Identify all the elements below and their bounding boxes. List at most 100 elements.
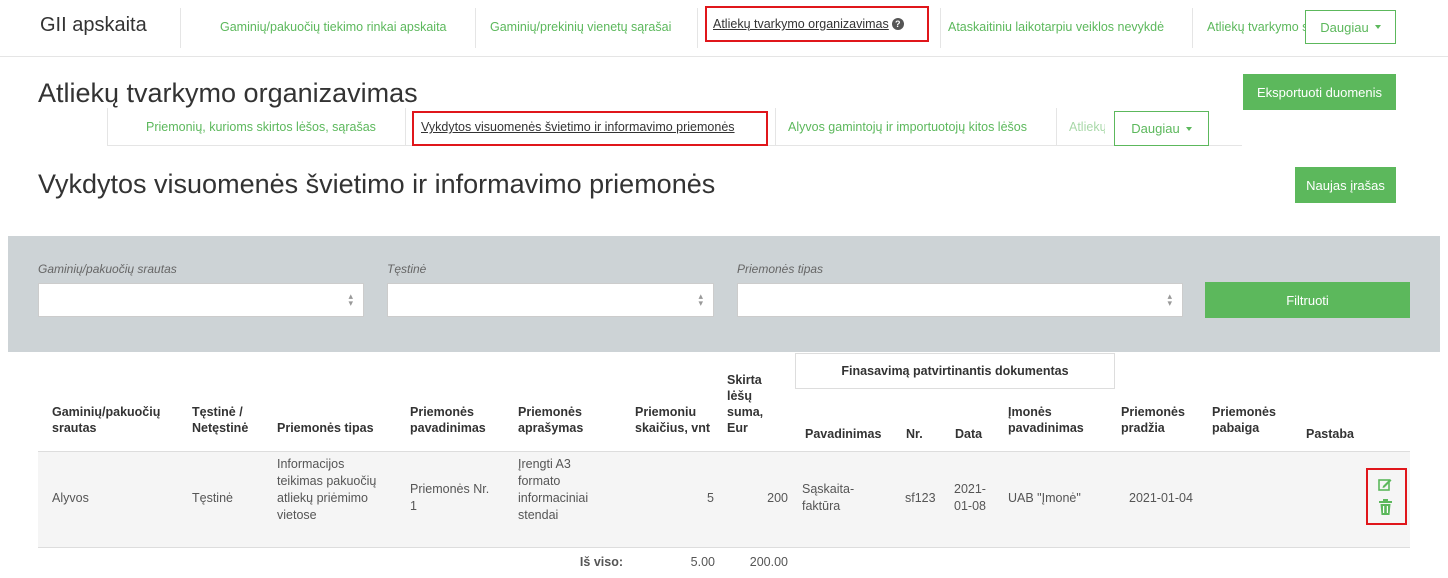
header-line: pradžia [1121,421,1165,435]
caret-down-icon [1374,25,1381,29]
delete-button[interactable] [1379,499,1392,520]
select-arrows-icon: ▴ ▾ [1167,291,1172,308]
col-header-type[interactable]: Priemonės tipas [277,420,374,436]
cell-line: teikimas pakuočių [277,474,377,488]
cell-line: faktūra [802,499,841,513]
trash-icon [1379,499,1392,515]
cell-sum: 200 [767,491,788,505]
cell-doc-nr: sf123 [905,491,936,505]
subtab-label[interactable]: Priemonių, kurioms skirtos lėšos, sąraša… [146,120,376,134]
cell-description: Įrengti A3 formato informaciniai stendai [518,456,588,524]
header-line: skaičius, vnt [635,421,711,435]
tab-label[interactable]: Gaminių/pakuočių tiekimo rinkai apskaita [220,20,447,34]
cell-start: 2021-01-04 [1129,491,1193,505]
col-header-doc-nr[interactable]: Nr. [906,426,923,442]
subtab-more-dropdown[interactable]: Daugiau [1114,111,1209,146]
subtab-label-active[interactable]: Vykdytos visuomenės švietimo ir informav… [421,120,735,134]
cell-line: Sąskaita- [802,482,855,496]
flow-select[interactable]: ▴ ▾ [38,283,364,317]
tab-atlieku-tvarkymo[interactable]: Atliekų tvarkymo s [1207,10,1310,44]
subtab-priemoniu-sarasas[interactable]: Priemonių, kurioms skirtos lėšos, sąraša… [146,110,376,144]
subtab-svietimo-priemones[interactable]: Vykdytos visuomenės švietimo ir informav… [421,110,735,144]
cell-line: atliekų priėmimo [277,491,369,505]
tab-veiklos-nevykde[interactable]: Ataskaitiniu laikotarpiu veiklos nevykdė [948,10,1164,44]
nav-divider [697,8,698,48]
col-header-company[interactable]: Įmonės pavadinimas [1008,404,1084,436]
cell-company: UAB "Įmonė" [1008,491,1081,505]
cell-name: Priemonės Nr. 1 [410,481,489,515]
tab-label[interactable]: Ataskaitiniu laikotarpiu veiklos nevykdė [948,20,1164,34]
cell-doc-date: 2021- 01-08 [954,481,986,515]
app-brand[interactable]: GII apskaita [40,14,147,37]
cell-line: stendai [518,508,559,522]
tab-label[interactable]: Atliekų tvarkymo s [1207,20,1308,34]
cell-line: 1 [410,499,417,513]
subtab-divider [1056,108,1057,146]
tab-label[interactable]: Gaminių/prekinių vienetų sąrašai [490,20,671,34]
subtab-label[interactable]: Alyvos gamintojų ir importuotojų kitos l… [788,120,1027,134]
header-line: aprašymas [518,421,584,435]
tab-label-active[interactable]: Atliekų tvarkymo organizavimas [713,17,889,31]
table-row [38,451,1410,548]
cell-line: vietose [277,508,317,522]
page-title: Vykdytos visuomenės švietimo ir informav… [38,169,716,199]
header-line: suma, [727,405,764,419]
subtab-divider [107,108,108,146]
tab-tiekimo-apskaita[interactable]: Gaminių/pakuočių tiekimo rinkai apskaita [220,10,447,44]
tab-atlieku-organizavimas[interactable]: Atliekų tvarkymo organizavimas ? [713,7,904,41]
col-header-start[interactable]: Priemonės pradžia [1121,404,1185,436]
cell-type: Informacijos teikimas pakuočių atliekų p… [277,456,376,524]
subtab-alyvos-lesos[interactable]: Alyvos gamintojų ir importuotojų kitos l… [788,110,1027,144]
header-line: Priemonės [518,405,582,419]
header-line: lėšų [727,389,753,403]
cell-line: 01-08 [954,499,986,513]
header-line: pavadinimas [1008,421,1084,435]
filter-button[interactable]: Filtruoti [1205,282,1410,318]
cell-line: Įrengti A3 [518,457,571,471]
select-arrows-icon: ▴ ▾ [348,291,353,308]
more-label: Daugiau [1320,19,1369,35]
continuing-select[interactable]: ▴ ▾ [387,283,714,317]
type-select[interactable]: ▴ ▾ [737,283,1183,317]
subtab-divider [405,108,406,146]
cell-doc-name: Sąskaita- faktūra [802,481,854,515]
col-header-description[interactable]: Priemonės aprašymas [518,404,583,436]
header-line: Priemonės [1121,405,1185,419]
new-record-button[interactable]: Naujas įrašas [1295,167,1396,203]
cell-continuing: Tęstinė [192,491,233,505]
more-label: Daugiau [1131,121,1180,136]
header-line: Gaminių/pakuočių [52,405,161,419]
export-button[interactable]: Eksportuoti duomenis [1243,74,1396,110]
cell-line: Informacijos [277,457,345,471]
cell-line: Priemonės Nr. [410,482,490,496]
edit-icon [1378,479,1392,491]
caret-down-icon [1185,126,1192,131]
help-icon[interactable]: ? [891,18,904,30]
col-header-name[interactable]: Priemonės pavadinimas [410,404,486,436]
nav-more-dropdown[interactable]: Daugiau [1305,10,1396,44]
header-line: Tęstinė / [192,405,243,419]
subtab-atlieku[interactable]: Atliekų [1069,110,1105,144]
header-line: Priemonės [410,405,474,419]
nav-divider [475,8,476,48]
col-header-count[interactable]: Priemoniu skaičius, vnt [635,404,710,436]
col-header-flow[interactable]: Gaminių/pakuočių srautas [52,404,160,436]
col-header-doc-date[interactable]: Data [955,426,982,442]
col-header-sum[interactable]: Skirta lėšų suma, Eur [727,372,763,436]
col-header-note[interactable]: Pastaba [1306,426,1354,442]
filter-cont-label: Tęstinė [387,262,427,276]
filter-type-label: Priemonės tipas [737,262,824,276]
tab-vienetu-sarasai[interactable]: Gaminių/prekinių vienetų sąrašai [490,10,671,44]
header-line: pavadinimas [410,421,486,435]
section-title: Atliekų tvarkymo organizavimas [38,78,418,108]
header-line: srautas [52,421,97,435]
header-line: Priemoniu [635,405,697,419]
subtab-label[interactable]: Atliekų [1069,120,1105,134]
select-arrows-icon: ▴ ▾ [698,291,703,308]
nav-divider [940,8,941,48]
edit-button[interactable] [1378,477,1392,496]
totals-label: Iš viso: [579,555,623,569]
col-header-continuing[interactable]: Tęstinė / Netęstinė [192,404,248,436]
col-header-doc-name[interactable]: Pavadinimas [805,426,881,442]
col-header-end[interactable]: Priemonės pabaiga [1212,404,1276,436]
